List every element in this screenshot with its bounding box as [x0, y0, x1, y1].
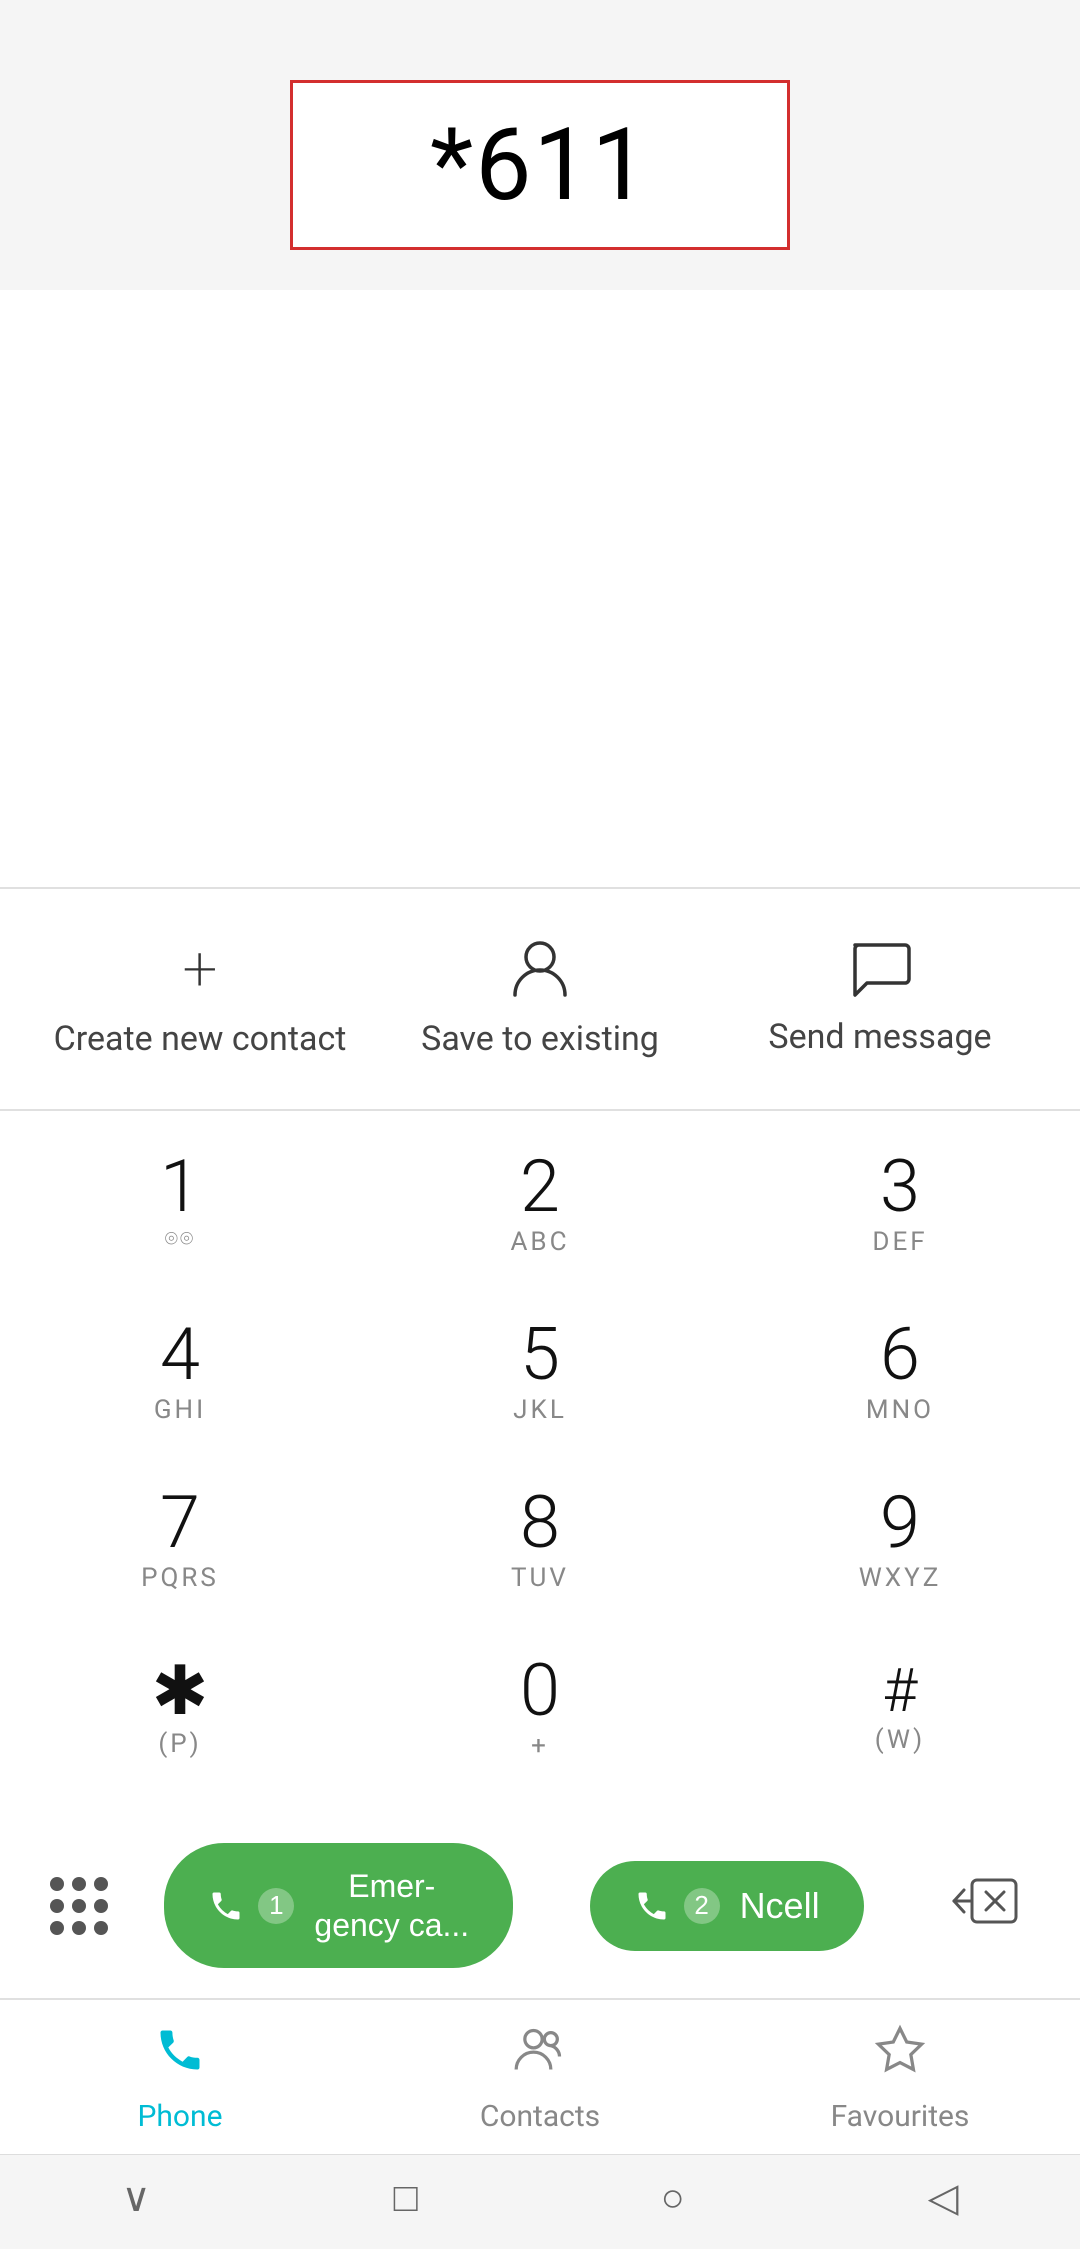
nav-favourites[interactable]: Favourites	[720, 2024, 1080, 2134]
person-icon	[511, 939, 569, 1001]
ncell-call-label: Ncell	[740, 1885, 820, 1927]
dialer-number-display: *611	[430, 107, 650, 224]
dialpad-key-2[interactable]: 2 ABC	[360, 1131, 720, 1279]
call-icon	[208, 1888, 244, 1924]
system-nav-bar: ∨ □ ○ ◁	[0, 2154, 1080, 2249]
dialer-input-box[interactable]: *611	[290, 80, 790, 250]
dialpad-key-7[interactable]: 7 PQRS	[0, 1467, 360, 1615]
contacts-nav-icon	[514, 2024, 566, 2089]
send-message-label: Send message	[768, 1017, 991, 1057]
favourites-nav-icon	[874, 2024, 926, 2089]
dialpad-key-0[interactable]: 0 +	[360, 1635, 720, 1783]
create-new-contact-button[interactable]: + Create new contact	[30, 939, 370, 1059]
system-down-button[interactable]: ∨	[121, 2175, 150, 2221]
bottom-navigation: Phone Contacts Favourites	[0, 1998, 1080, 2154]
plus-icon: +	[183, 939, 218, 1001]
action-row: + Create new contact Save to existing Se…	[0, 889, 1080, 1111]
backspace-icon	[950, 1871, 1020, 1940]
create-contact-label: Create new contact	[54, 1019, 347, 1059]
dialpad-row-1: 1 ⌾⌾ 2 ABC 3 DEF	[0, 1121, 1080, 1289]
emergency-sim-number: 1	[258, 1888, 294, 1924]
dialpad-row-2: 4 GHI 5 JKL 6 MNO	[0, 1289, 1080, 1457]
phone-nav-icon	[154, 2024, 206, 2089]
bottom-action-row: 1 Emer-gency ca... 2 Ncell	[0, 1813, 1080, 1998]
ncell-call-icon	[634, 1888, 670, 1924]
dialpad-row-3: 7 PQRS 8 TUV 9 WXYZ	[0, 1457, 1080, 1625]
send-message-button[interactable]: Send message	[710, 941, 1050, 1057]
dialpad-key-3[interactable]: 3 DEF	[720, 1131, 1080, 1279]
phone-dialer-screen: *611 + Create new contact Save to existi…	[0, 0, 1080, 2249]
message-bubble-icon	[849, 941, 911, 999]
emergency-call-label: Emer-gency ca...	[314, 1867, 469, 1944]
save-to-existing-button[interactable]: Save to existing	[370, 939, 710, 1059]
nav-contacts[interactable]: Contacts	[360, 2024, 720, 2134]
system-back-button[interactable]: ◁	[928, 2175, 959, 2221]
nav-phone[interactable]: Phone	[0, 2024, 360, 2134]
empty-space	[0, 290, 1080, 887]
ncell-sim-number: 2	[684, 1888, 720, 1924]
emergency-call-button[interactable]: 1 Emer-gency ca...	[164, 1843, 513, 1968]
contacts-nav-label: Contacts	[480, 2099, 600, 2134]
save-existing-label: Save to existing	[421, 1019, 659, 1059]
backspace-button[interactable]	[940, 1861, 1030, 1950]
dialpad-row-4: ✱ (P) 0 + # (W)	[0, 1625, 1080, 1793]
dialpad-key-4[interactable]: 4 GHI	[0, 1299, 360, 1447]
dialpad-key-1[interactable]: 1 ⌾⌾	[0, 1131, 360, 1279]
dialpad-key-6[interactable]: 6 MNO	[720, 1299, 1080, 1447]
favourites-nav-label: Favourites	[831, 2099, 970, 2134]
dialpad-key-8[interactable]: 8 TUV	[360, 1467, 720, 1615]
system-recent-button[interactable]: □	[394, 2176, 418, 2221]
phone-nav-label: Phone	[137, 2099, 222, 2134]
system-home-button[interactable]: ○	[661, 2176, 685, 2221]
dialpad-toggle-button[interactable]	[50, 1877, 108, 1935]
dialpad-key-5[interactable]: 5 JKL	[360, 1299, 720, 1447]
dialpad-key-9[interactable]: 9 WXYZ	[720, 1467, 1080, 1615]
dialpad-key-hash[interactable]: # (W)	[720, 1635, 1080, 1783]
dialpad: 1 ⌾⌾ 2 ABC 3 DEF 4 GHI 5 JKL 6	[0, 1111, 1080, 1813]
dialpad-key-star[interactable]: ✱ (P)	[0, 1635, 360, 1783]
dialer-input-area: *611	[0, 0, 1080, 290]
ncell-call-button[interactable]: 2 Ncell	[590, 1861, 864, 1951]
